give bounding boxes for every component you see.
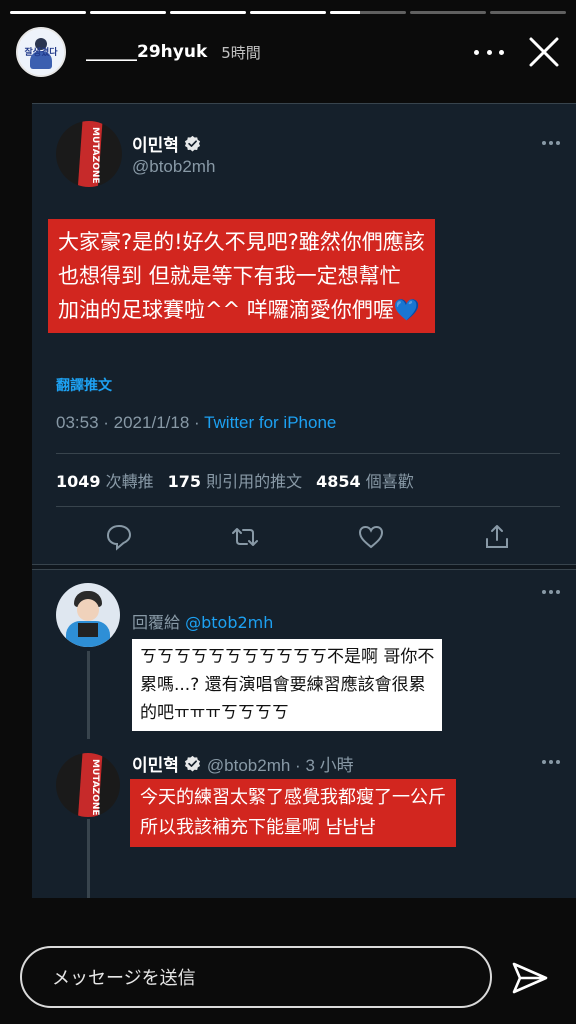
progress-segment	[330, 11, 406, 14]
share-icon[interactable]	[481, 521, 513, 553]
author-name: 이민혁	[132, 136, 179, 155]
translate-tweet-link[interactable]: 翻譯推文	[56, 375, 112, 395]
tweet-author: 이민혁	[132, 131, 201, 156]
verified-badge-icon	[184, 135, 200, 152]
thread-line	[87, 819, 90, 898]
retweet-icon[interactable]	[229, 521, 261, 553]
reply-avatar	[56, 583, 120, 647]
section-separator	[32, 564, 576, 570]
send-icon[interactable]	[510, 958, 550, 998]
close-icon[interactable]	[528, 36, 560, 68]
reply2-name: 이민혁	[132, 756, 179, 775]
tweet-timestamp: 03:53 · 2021/1/18 · Twitter for iPhone	[56, 413, 337, 432]
divider	[56, 453, 560, 454]
thread-line	[87, 651, 90, 739]
progress-segment	[90, 11, 166, 14]
progress-segment	[170, 11, 246, 14]
story-username[interactable]: ______29hyuk	[86, 42, 207, 62]
reply2-handle-time: @btob2mh · 3 小時	[206, 756, 354, 775]
reply-to-line: 回覆給 @btob2mh	[132, 613, 274, 632]
tweet-avatar: MUTAZONE	[56, 121, 122, 187]
tweet-actions	[56, 521, 560, 557]
progress-segment	[10, 11, 86, 14]
reply2-translation-caption: 今天的練習太緊了感覺我都瘦了一公斤 所以我該補充下能量啊 냠냠냠	[130, 779, 456, 847]
tweet-screenshot: MUTAZONE 이민혁 @btob2mh 大家豪?是的!好久不見吧?雖然你們應…	[32, 103, 576, 898]
reply-more-icon[interactable]	[542, 590, 560, 594]
tweet-source-link[interactable]: Twitter for iPhone	[204, 413, 336, 432]
divider	[56, 506, 560, 507]
story-header: 잘생겼다 ______29hyuk 5時間	[16, 26, 560, 78]
like-icon[interactable]	[355, 521, 387, 553]
reply2-avatar: MUTAZONE	[56, 753, 120, 817]
tweet-more-icon[interactable]	[542, 141, 560, 145]
reply-to-handle[interactable]: @btob2mh	[185, 613, 273, 632]
tweet-translation-caption: 大家豪?是的!好久不見吧?雖然你們應該 也想得到 但就是等下有我一定想幫忙 加油…	[48, 219, 435, 333]
message-input[interactable]: メッセージを送信	[20, 946, 492, 1008]
blurred-username	[132, 577, 362, 595]
verified-badge-icon	[184, 755, 200, 772]
author-handle: @btob2mh	[132, 157, 216, 176]
story-avatar-text: 잘생겼다	[24, 48, 58, 58]
message-placeholder: メッセージを送信	[52, 968, 196, 989]
more-options-icon[interactable]	[474, 40, 504, 64]
story-avatar[interactable]: 잘생겼다	[16, 27, 66, 77]
reply-translation-caption: ㄎㄎㄎㄎㄎㄎㄎㄎㄎㄎㄎ不是啊 哥你不 累嗎...? 還有演唱會要練習應該會很累 …	[132, 639, 443, 731]
story-timestamp: 5時間	[221, 43, 261, 62]
reply2-more-icon[interactable]	[542, 760, 560, 764]
reply-icon[interactable]	[103, 521, 135, 553]
progress-segment	[490, 11, 566, 14]
tweet-stats: 1049 次轉推 175 則引用的推文 4854 個喜歡	[56, 472, 414, 491]
progress-segment	[250, 11, 326, 14]
story-progress	[10, 11, 566, 14]
progress-segment	[410, 11, 486, 14]
reply2-author: 이민혁 @btob2mh · 3 小時	[132, 751, 354, 776]
